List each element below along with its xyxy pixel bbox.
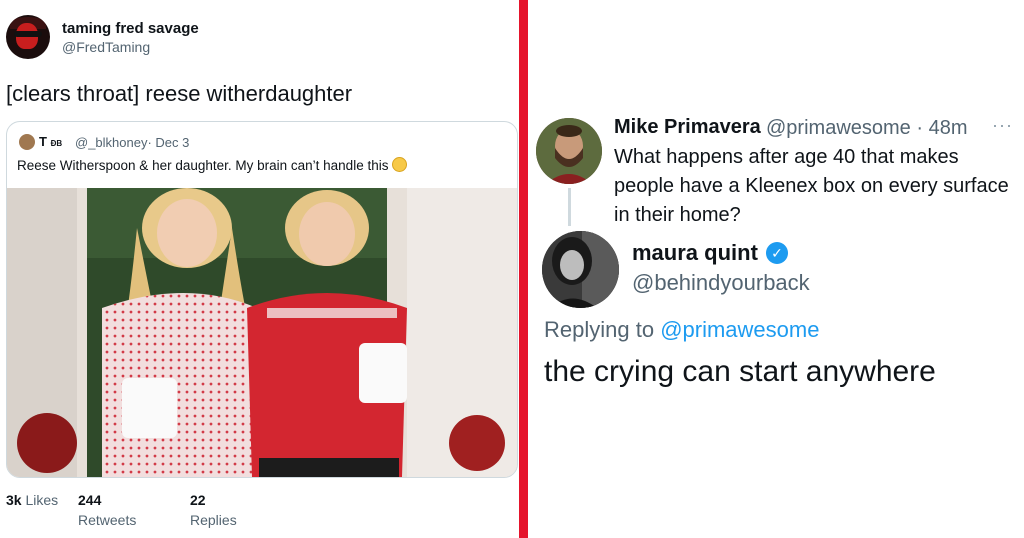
parent-author-name[interactable]: Mike Primavera: [614, 116, 761, 139]
likes-label: Likes: [25, 492, 59, 508]
quoted-author-badge: ÐB: [50, 139, 63, 148]
fred-avatar[interactable]: [6, 15, 50, 59]
parent-tweet-text: What happens after age 40 that makes peo…: [614, 146, 1009, 226]
author-handle[interactable]: @FredTaming: [62, 39, 150, 55]
tweet-text: [clears throat] reese witherdaughter: [6, 81, 353, 106]
photo-illustration: [7, 188, 517, 477]
retweets-count: 244: [78, 492, 102, 508]
parent-time: · 48m: [916, 117, 968, 139]
retweets-label: Retweets: [78, 512, 137, 528]
maura-avatar-art: [542, 231, 619, 308]
replies-label: Replies: [190, 512, 237, 528]
mike-avatar[interactable]: [536, 118, 602, 184]
slightly-smiling-face-icon: [392, 157, 408, 172]
more-options-icon[interactable]: ···: [992, 115, 1013, 136]
retweets-stat[interactable]: 244 Retweets: [78, 492, 136, 528]
replying-prefix: Replying to: [544, 317, 655, 342]
replying-to-link[interactable]: @primawesome: [660, 317, 819, 342]
replies-count: 22: [190, 492, 206, 508]
red-divider: [519, 0, 528, 538]
quoted-author-handle[interactable]: @_blkhoney· Dec 3: [75, 135, 189, 150]
avatar-glasses: [14, 31, 42, 37]
mike-avatar-art: [536, 118, 602, 184]
quoted-text: Reese Witherspoon & her daughter. My bra…: [17, 157, 408, 173]
quoted-tweet[interactable]: T ÐB @_blkhoney· Dec 3 Reese Witherspoon…: [6, 121, 518, 478]
quoted-author-name[interactable]: T ÐB: [39, 134, 62, 149]
thread-line: [568, 188, 571, 226]
replying-to: Replying to @primawesome: [544, 317, 819, 343]
parent-author-handle[interactable]: @primawesome · 48m: [766, 117, 967, 140]
author-name[interactable]: taming fred savage: [62, 20, 199, 37]
replies-stat[interactable]: 22 Replies: [190, 492, 237, 528]
quoted-photo[interactable]: [7, 188, 517, 477]
quoted-author-avatar[interactable]: [19, 134, 35, 150]
left-tweet-panel: taming fred savage @FredTaming [clears t…: [0, 0, 519, 538]
quoted-date: · Dec 3: [147, 135, 190, 150]
likes-count: 3k: [6, 492, 22, 508]
likes-stat[interactable]: 3k Likes: [6, 492, 58, 508]
verified-badge-icon: ✓: [766, 242, 788, 264]
reply-tweet-text: the crying can start anywhere: [544, 355, 936, 388]
reply-author-name[interactable]: maura quint: [632, 240, 758, 266]
maura-avatar[interactable]: [542, 231, 619, 308]
right-tweet-panel: Mike Primavera @primawesome · 48m ··· Wh…: [528, 0, 1024, 538]
reply-author-handle[interactable]: @behindyourback: [632, 270, 810, 296]
